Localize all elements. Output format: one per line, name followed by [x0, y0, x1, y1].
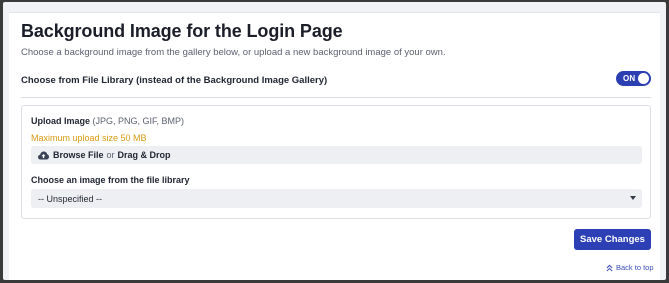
toggle-knob [638, 73, 649, 84]
divider [21, 97, 651, 98]
file-library-toggle-label: Choose from File Library (instead of the… [21, 75, 328, 86]
file-library-selected-value: -- Unspecified -- [38, 193, 103, 204]
double-chevron-up-icon [606, 264, 613, 271]
back-to-top-link[interactable]: Back to top [606, 263, 654, 272]
page-description: Choose a background image from the galle… [21, 47, 446, 58]
back-to-top-text: Back to top [616, 263, 654, 272]
file-library-select-label: Choose an image from the file library [31, 175, 190, 185]
toggle-state-text: ON [623, 73, 636, 83]
settings-card: Background Image for the Login Page Choo… [9, 12, 660, 280]
drag-drop-text: Drag & Drop [117, 150, 171, 160]
app-frame: Background Image for the Login Page Choo… [3, 2, 666, 280]
upload-image-label: Upload Image (JPG, PNG, GIF, BMP) [31, 116, 184, 126]
max-upload-size-note: Maximum upload size 50 MB [31, 133, 147, 143]
upload-panel: Upload Image (JPG, PNG, GIF, BMP) Maximu… [21, 105, 651, 219]
dropzone-or-text: or [106, 150, 115, 160]
file-library-toggle[interactable]: ON [616, 71, 651, 86]
cloud-upload-icon [38, 151, 49, 159]
chevron-down-icon [630, 196, 636, 200]
browse-file-link[interactable]: Browse File [53, 150, 104, 160]
file-dropzone[interactable]: Browse File or Drag & Drop [31, 146, 642, 164]
file-library-select[interactable]: -- Unspecified -- [31, 189, 642, 208]
upload-label-text: Upload Image [31, 116, 91, 126]
page-title: Background Image for the Login Page [21, 21, 343, 41]
save-changes-button[interactable]: Save Changes [574, 229, 651, 250]
upload-formats-hint: (JPG, PNG, GIF, BMP) [92, 116, 185, 126]
